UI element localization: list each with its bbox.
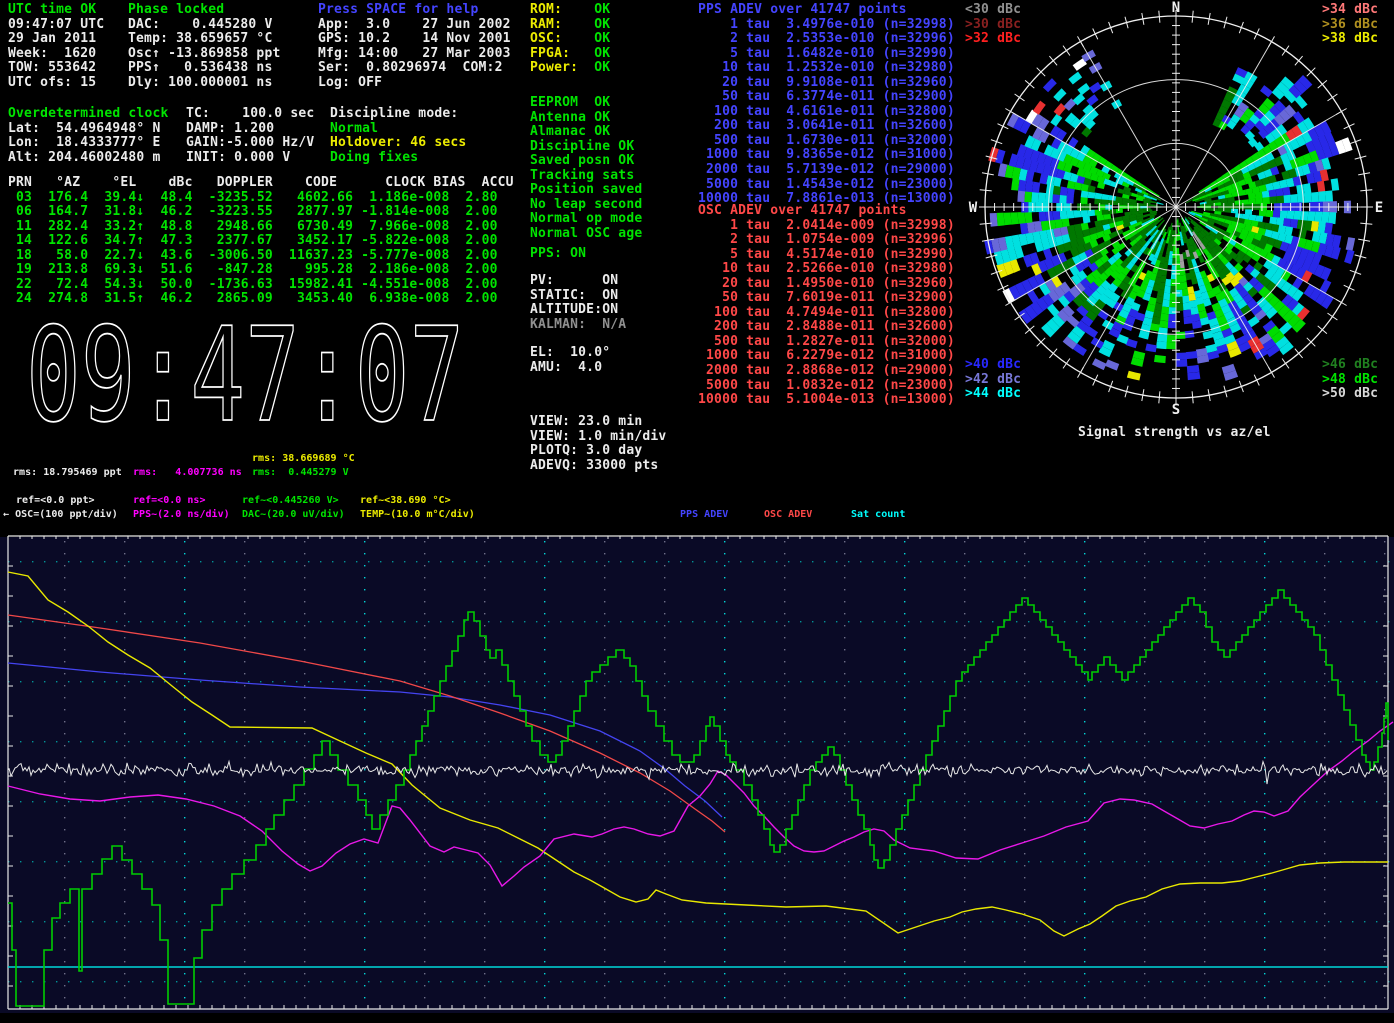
satellite-table: PRN °AZ °EL dBc DOPPLER CODE CLOCK BIAS … [8, 176, 514, 307]
compass-e: E [1375, 200, 1383, 216]
selftest-block: ROM: OKRAM: OKOSC: OKFPGA: OKPower: OK [530, 3, 610, 76]
loop-params-block: TC: 100.0 secDAMP: 1.200GAIN:-5.000 Hz/V… [186, 107, 314, 165]
overdetermined-clock-block: Overdetermined clockLat: 54.4964948° NLo… [8, 107, 169, 165]
compass-w: W [969, 200, 978, 216]
ref-pps: ref=<0.0 ns> [133, 494, 206, 508]
polar-caption: Signal strength vs az/el [1078, 426, 1271, 441]
ref-temp: ref~<38.690 °C> [360, 494, 451, 508]
ref-dac: ref~<0.445260 V> [242, 494, 339, 508]
discipline-mode-block: Discipline mode:NormalHoldover: 46 secsD… [330, 107, 466, 165]
rms-temp: rms: 38.669689 °C [252, 452, 355, 466]
osc-adev-table: OSC ADEV over 41747 points 1 tau 2.0414e… [698, 204, 955, 408]
utc-time-block: UTC time OK09:47:07 UTC29 Jan 2011Week: … [8, 3, 104, 90]
signal-strength-polar-plot: N S W E [950, 0, 1394, 424]
compass-s: S [1172, 402, 1180, 418]
rms-osc: rms: 18.795469 ppt [13, 466, 122, 480]
scale-dac: DAC~(20.0 uV/div) [242, 508, 345, 522]
rms-dac: rms: 0.445279 V [252, 466, 349, 480]
strip-chart-plot [0, 528, 1394, 1023]
receiver-mode-block: PV: ONSTATIC: ONALTITUDE:ONKALMAN: N/A [530, 274, 626, 332]
scale-temp: TEMP~(10.0 m°C/div) [360, 508, 475, 522]
phase-lock-block: Phase lockedDAC: 0.445280 VTemp: 38.6596… [128, 3, 281, 90]
digital-clock: 09:47:07 [26, 310, 464, 440]
help-version-block: Press SPACE for helpApp: 3.0 27 Jun 2002… [318, 3, 511, 90]
pps-adev-table: PPS ADEV over 41747 points 1 tau 3.4976e… [698, 3, 955, 207]
ref-osc: ref=<0.0 ppt> [16, 494, 95, 508]
view-queue-block: VIEW: 23.0 minVIEW: 1.0 min/divPLOTQ: 3.… [530, 415, 666, 473]
legend-osc-adev: OSC ADEV [764, 508, 812, 522]
legend-sat-count: Sat count [851, 508, 905, 522]
lady-heather-gpsdo-screen: { "palette": { "g":"#00e400","w":"#ecece… [0, 0, 1394, 1023]
compass-n: N [1172, 0, 1180, 16]
rms-pps: rms: 4.007736 ns [133, 466, 242, 480]
status-block: EEPROM OKAntenna OKAlmanac OKDiscipline … [530, 96, 642, 241]
scale-osc: ← OSC=(100 ppt/div) [3, 508, 118, 522]
mask-block: EL: 10.0°AMU: 4.0 [530, 346, 610, 375]
legend-pps-adev: PPS ADEV [680, 508, 728, 522]
digital-clock-time: 09:47:07 [26, 299, 464, 451]
pps-state-block: PPS: ON [530, 247, 586, 262]
scale-pps: PPS~(2.0 ns/div) [133, 508, 230, 522]
